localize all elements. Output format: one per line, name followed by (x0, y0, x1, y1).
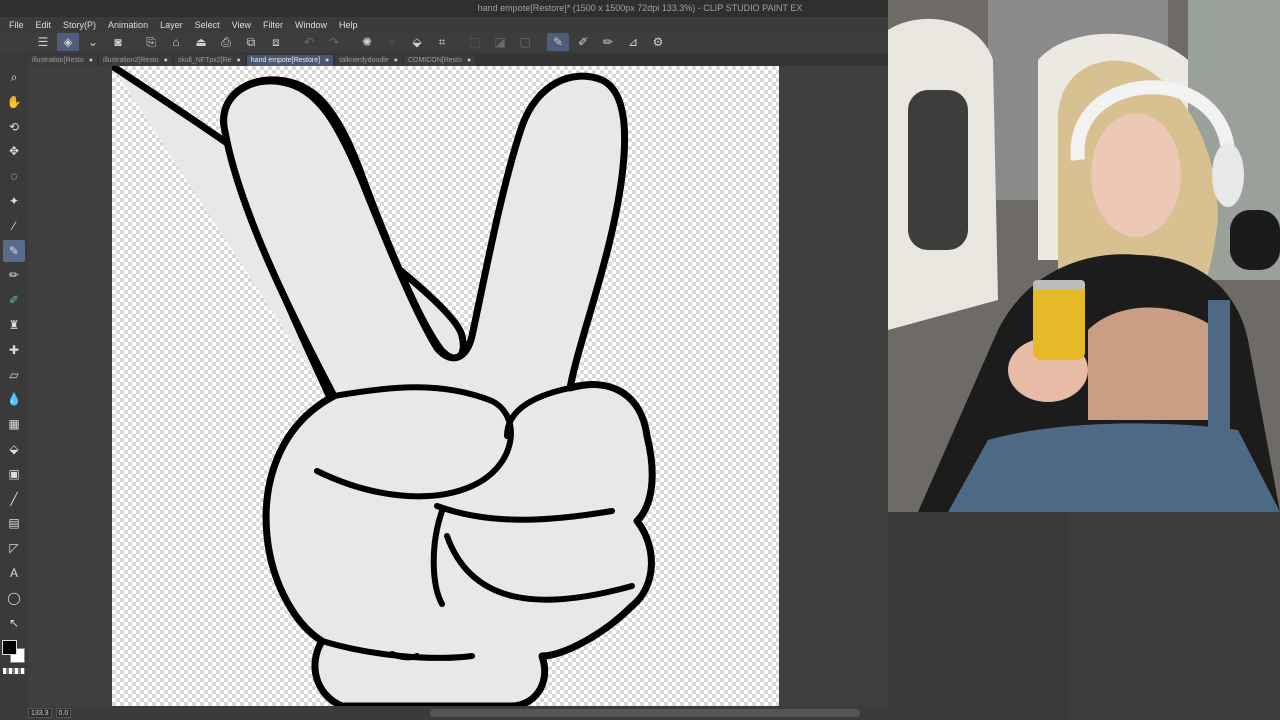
tool-palette: ⌕ ✋ ⟲ ✥ ◌ ✦ ⁄ ✎ ✏ ✐ ♜ ✚ ▱ 💧 ▦ ⬙ ▣ ╱ ▤ ◸ A ◯ ↖ (0, 52, 28, 706)
move-tool-icon[interactable]: ✥ (3, 140, 25, 162)
chevron-down-icon[interactable]: ⌄ (82, 33, 104, 51)
eyedropper-tool-icon[interactable]: ⁄ (3, 215, 25, 237)
text-tool-icon[interactable]: A (3, 562, 25, 584)
status-bar: 133.3 0.0 (0, 706, 888, 720)
panel-tool-icon[interactable]: ▤ (3, 512, 25, 534)
close-tab-icon[interactable]: ● (325, 57, 329, 64)
command-bar: ☰ ◈ ⌄ ◙ ⎘ ⌂ ⏏ ⎙ ⧉ ⧈ ↶ ↷ ✺ ▫ ⬙ ⌗ ⬚ ◪ ▢ ✎ ✐ ✏ ⊿ ⚙ (0, 32, 888, 52)
layers-icon[interactable]: ⧉ (240, 33, 262, 51)
correct-line-tool-icon[interactable]: ↖ (3, 612, 25, 634)
pen-tool-icon[interactable]: ✎ (3, 239, 25, 262)
document-tab-label: talknerdydoodle (339, 57, 389, 64)
crop-icon[interactable]: ⌗ (431, 33, 453, 51)
menu-help[interactable]: Help (339, 20, 358, 30)
settings-icon[interactable]: ⚙ (647, 33, 669, 51)
menu-animation[interactable]: Animation (108, 20, 148, 30)
zoom-tool-icon[interactable]: ⌕ (3, 66, 25, 88)
main-color-swatch[interactable] (2, 640, 17, 655)
webcam-overlay (888, 0, 1280, 512)
document-tab[interactable]: illustration[Resto ● (28, 55, 97, 66)
zoom-level-field[interactable]: 133.3 (28, 708, 52, 718)
fill-icon[interactable]: ⬙ (406, 33, 428, 51)
rotate-tool-icon[interactable]: ⟲ (3, 116, 25, 138)
mesh-icon[interactable]: ◪ (489, 33, 511, 51)
hand-tool-icon[interactable]: ✋ (3, 91, 25, 113)
spinner-icon[interactable]: ✺ (356, 33, 378, 51)
document-tab-label: COMICON[Resto (407, 57, 463, 64)
document-tab[interactable]: hand empote[Restore] ● (246, 55, 334, 66)
redo-icon[interactable]: ↷ (323, 33, 345, 51)
balloon-tool-icon[interactable]: ◯ (3, 587, 25, 609)
eraser-tool-icon[interactable]: ▱ (3, 364, 25, 386)
transparent-color-swatch[interactable] (3, 668, 25, 674)
export-icon[interactable]: ⎙ (215, 33, 237, 51)
webcam-video-feed (888, 0, 1280, 512)
pencil-icon[interactable]: ✏ (597, 33, 619, 51)
layers2-icon[interactable]: ⧈ (265, 33, 287, 51)
close-tab-icon[interactable]: ● (394, 57, 398, 64)
document-tab-label: hand empote[Restore] (250, 57, 321, 64)
menu-window[interactable]: Window (295, 20, 327, 30)
pencil-tool-icon[interactable]: ✏ (3, 264, 25, 286)
peace-hand-drawing (112, 66, 656, 706)
rect-icon[interactable]: ▢ (514, 33, 536, 51)
document-tab[interactable]: skull_NFTpx2[Re ● (173, 55, 245, 66)
rotation-angle-field[interactable]: 0.0 (55, 708, 72, 718)
menu-layer[interactable]: Layer (160, 20, 183, 30)
menu-story[interactable]: Story(P) (63, 20, 96, 30)
horizontal-scrollbar[interactable] (430, 709, 860, 717)
empty-panel-right (1070, 512, 1280, 720)
close-tab-icon[interactable]: ● (89, 57, 93, 64)
ruler-tool-icon[interactable]: ◸ (3, 537, 25, 559)
menu-bar: File Edit Story(P) Animation Layer Selec… (0, 17, 888, 32)
close-tab-icon[interactable]: ● (164, 57, 168, 64)
document-tab-label: illustration[Resto (32, 57, 84, 64)
menu-filter[interactable]: Filter (263, 20, 283, 30)
menu-edit[interactable]: Edit (36, 20, 52, 30)
menu-file[interactable]: File (9, 20, 24, 30)
brush-tool-icon[interactable]: ✐ (3, 289, 25, 311)
menu-select[interactable]: Select (195, 20, 220, 30)
palm-crease (389, 651, 420, 661)
drawing-canvas[interactable] (112, 66, 779, 706)
document-tab[interactable]: COMICON[Resto ● (403, 55, 476, 66)
frame-tool-icon[interactable]: ▦ (3, 413, 25, 435)
clear-icon[interactable]: ▫ (381, 33, 403, 51)
document-tab-label: illustration2[Resto (102, 57, 159, 64)
airbrush-tool-icon[interactable]: ♜ (3, 314, 25, 336)
blend-tool-icon[interactable]: 💧 (3, 388, 25, 410)
ruler-icon[interactable]: ⊿ (622, 33, 644, 51)
document-tabs: illustration[Resto ● illustration2[Resto ● s… (28, 54, 888, 66)
decoration-tool-icon[interactable]: ✚ (3, 339, 25, 361)
close-tab-icon[interactable]: ● (237, 57, 241, 64)
undo-icon[interactable]: ↶ (298, 33, 320, 51)
camera-icon[interactable]: ◙ (107, 33, 129, 51)
open-folder-icon[interactable]: ⌂ (165, 33, 187, 51)
document-tab[interactable]: illustration2[Resto ● (98, 55, 172, 66)
save-icon[interactable]: ⏏ (190, 33, 212, 51)
fill-tool-icon[interactable]: ⬙ (3, 438, 25, 460)
pen-icon[interactable]: ✎ (547, 33, 569, 51)
transform-icon[interactable]: ⬚ (464, 33, 486, 51)
document-tab-label: skull_NFTpx2[Re (177, 57, 232, 64)
document-tab[interactable]: talknerdydoodle ● (335, 55, 402, 66)
menu-view[interactable]: View (232, 20, 251, 30)
clip-studio-icon[interactable]: ◈ (57, 33, 79, 51)
new-file-icon[interactable]: ⎘ (140, 33, 162, 51)
close-tab-icon[interactable]: ● (467, 57, 471, 64)
menu-icon[interactable]: ☰ (32, 33, 54, 51)
gradient-tool-icon[interactable]: ▣ (3, 463, 25, 485)
line-tool-icon[interactable]: ╱ (3, 488, 25, 510)
magic-wand-tool-icon[interactable]: ✦ (3, 190, 25, 212)
brush-icon[interactable]: ✐ (572, 33, 594, 51)
lasso-tool-icon[interactable]: ◌ (3, 165, 25, 187)
